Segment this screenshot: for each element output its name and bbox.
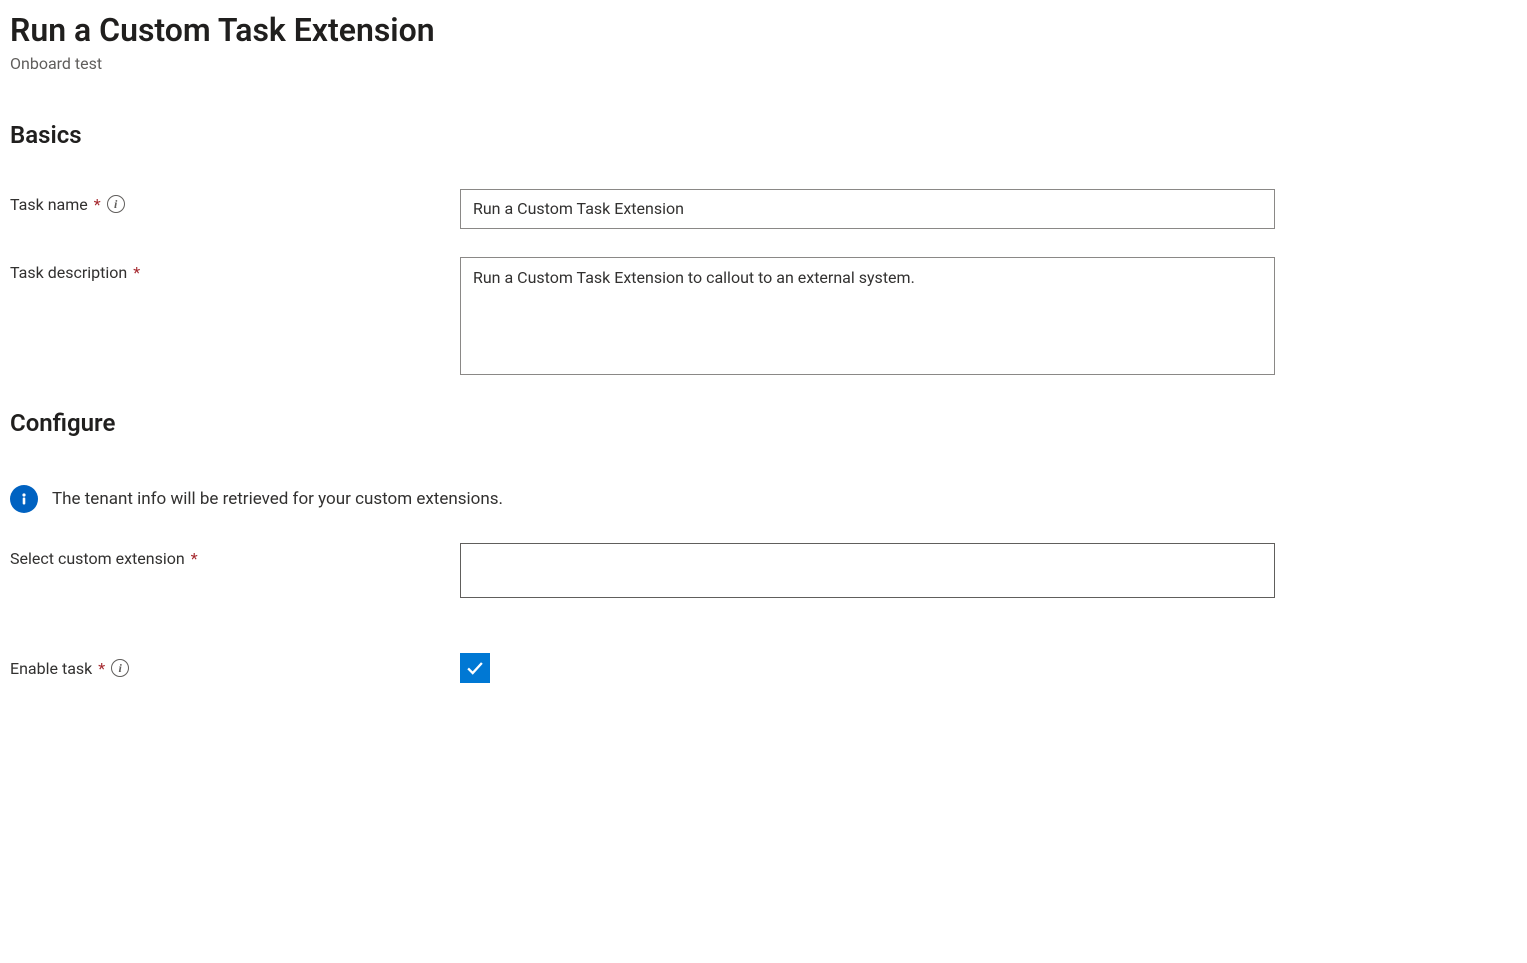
page-title: Run a Custom Task Extension	[10, 10, 1517, 52]
select-extension-row: Select custom extension *	[10, 543, 1517, 598]
info-icon[interactable]	[111, 659, 129, 677]
select-extension-label: Select custom extension *	[10, 543, 460, 568]
checkmark-icon	[464, 657, 486, 679]
info-filled-icon	[10, 485, 38, 513]
required-asterisk: *	[94, 195, 101, 214]
required-asterisk: *	[191, 549, 198, 568]
task-description-label-text: Task description	[10, 263, 127, 282]
section-configure-title: Configure	[10, 409, 1517, 437]
task-name-label: Task name *	[10, 189, 460, 214]
select-extension-input[interactable]	[460, 543, 1275, 598]
task-name-row: Task name *	[10, 189, 1517, 229]
enable-task-checkbox[interactable]	[460, 653, 490, 683]
page-subtitle: Onboard test	[10, 54, 1517, 73]
enable-task-label: Enable task *	[10, 653, 460, 678]
select-extension-label-text: Select custom extension	[10, 549, 185, 568]
task-description-input[interactable]	[460, 257, 1275, 375]
required-asterisk: *	[98, 659, 105, 678]
tenant-notice: The tenant info will be retrieved for yo…	[10, 485, 1517, 513]
enable-task-label-text: Enable task	[10, 659, 92, 678]
task-description-row: Task description *	[10, 257, 1517, 379]
task-description-label: Task description *	[10, 257, 460, 282]
task-name-input[interactable]	[460, 189, 1275, 229]
required-asterisk: *	[133, 263, 140, 282]
info-icon[interactable]	[107, 195, 125, 213]
task-name-label-text: Task name	[10, 195, 88, 214]
enable-task-row: Enable task *	[10, 653, 1517, 683]
tenant-notice-text: The tenant info will be retrieved for yo…	[52, 489, 503, 509]
section-basics-title: Basics	[10, 121, 1517, 149]
